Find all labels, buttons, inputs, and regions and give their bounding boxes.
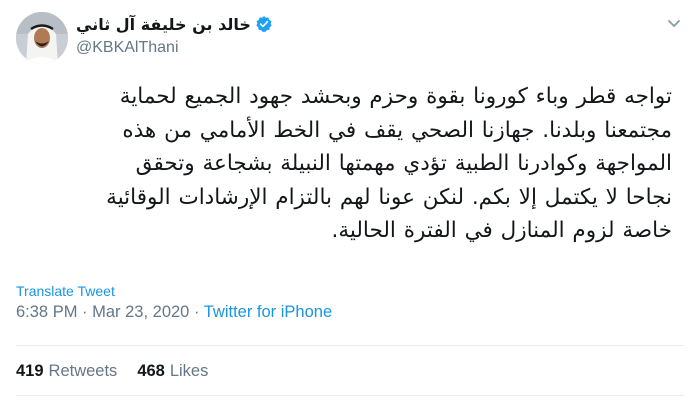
- tweet-text-line: مجتمعنا وبلدنا. جهازنا الصحي يقف في الخط…: [122, 117, 672, 143]
- retweets-label: Retweets: [48, 362, 118, 380]
- meta-separator: ·: [77, 303, 93, 321]
- likes-stat[interactable]: 468 Likes: [137, 362, 208, 381]
- more-options-button[interactable]: [664, 13, 684, 33]
- tweet-card: خالد بن خليفة آل ثاني @KBKAlThani تواجه …: [0, 0, 700, 400]
- translate-tweet-link[interactable]: Translate Tweet: [16, 283, 115, 299]
- display-name[interactable]: خالد بن خليفة آل ثاني: [76, 15, 251, 34]
- tweet-stats: 419 Retweets 468 Likes: [16, 362, 208, 381]
- avatar[interactable]: [16, 12, 68, 64]
- tweet-date[interactable]: Mar 23, 2020: [92, 303, 189, 321]
- likes-count: 468: [137, 362, 165, 380]
- retweets-stat[interactable]: 419 Retweets: [16, 362, 117, 381]
- verified-badge-icon: [256, 16, 272, 32]
- tweet-text-line: تواجه قطر وباء كورونا بقوة وحزم وبحشد جه…: [119, 84, 672, 109]
- name-row: خالد بن خليفة آل ثاني: [76, 13, 376, 35]
- tweet-source-link[interactable]: Twitter for iPhone: [204, 303, 332, 321]
- tweet-meta: 6:38 PM · Mar 23, 2020 · Twitter for iPh…: [16, 303, 332, 322]
- likes-label: Likes: [169, 362, 209, 380]
- tweet-text: تواجه قطر وباء كورونا بقوة وحزم وبحشد جه…: [16, 80, 672, 248]
- handle[interactable]: @KBKAlThani: [76, 39, 376, 57]
- avatar-image: [16, 12, 68, 64]
- meta-separator: ·: [189, 303, 204, 321]
- retweets-count: 419: [16, 362, 44, 380]
- tweet-text-line: نجاحا لا يكتمل إلا بكم. لنكن عونا لهم با…: [106, 184, 672, 210]
- tweet-text-line: خاصة لزوم المنازل في الفترة الحالية.: [331, 218, 672, 243]
- tweet-text-line: المواجهة وكوادرنا الطبية تؤدي مهمتها الن…: [135, 151, 672, 176]
- author-block[interactable]: خالد بن خليفة آل ثاني @KBKAlThani: [76, 13, 376, 57]
- divider: [16, 395, 684, 396]
- chevron-down-icon: [668, 20, 680, 27]
- tweet-time[interactable]: 6:38 PM: [16, 303, 77, 321]
- divider: [16, 345, 684, 346]
